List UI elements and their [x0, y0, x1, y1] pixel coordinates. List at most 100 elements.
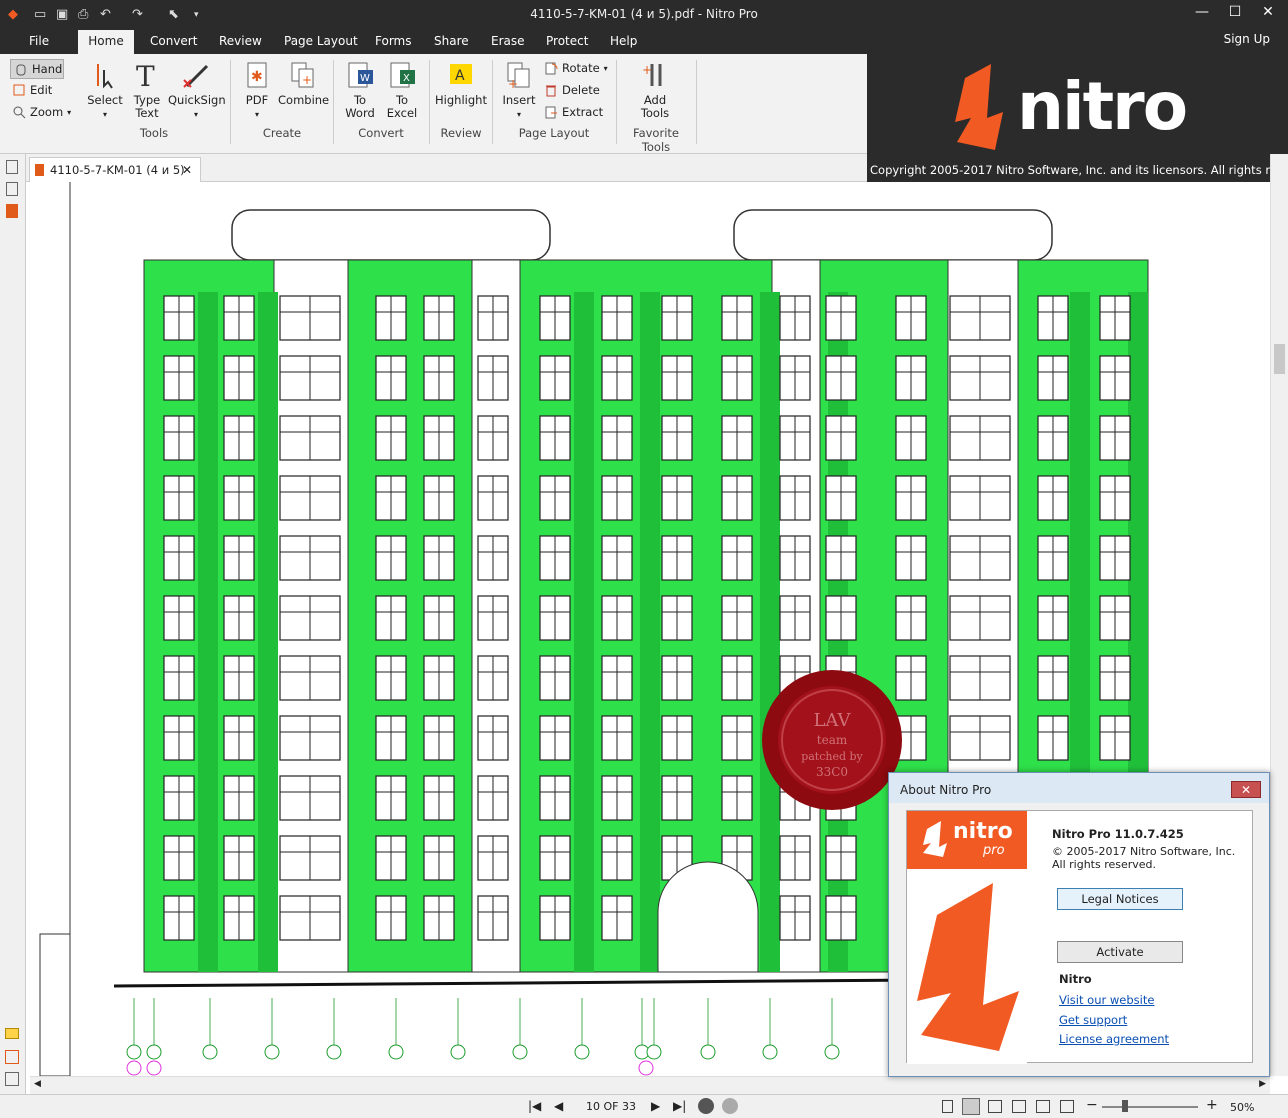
previous-page-icon[interactable]: ◀ — [554, 1099, 563, 1113]
fit-width-icon[interactable] — [1060, 1100, 1074, 1113]
output-panel-icon[interactable] — [5, 1072, 19, 1086]
forward-view-icon[interactable] — [722, 1098, 738, 1114]
attachments-panel-icon[interactable] — [6, 204, 18, 218]
type-text-icon: T — [132, 60, 162, 93]
title-bar: ◆ ▭ ▣ ⎙ ↶ ↷ ⬉ ▾ 4110-5-7-KM-01 (4 и 5).p… — [0, 0, 1288, 30]
rotate-button[interactable]: Rotate ▾ — [544, 61, 608, 75]
scroll-left-icon[interactable]: ◀ — [34, 1079, 41, 1089]
pages-panel-icon[interactable] — [6, 160, 18, 174]
minimize-button[interactable]: — — [1186, 4, 1218, 24]
scroll-thumb[interactable] — [1274, 344, 1285, 374]
close-tab-icon[interactable]: ✕ — [182, 163, 192, 177]
select-button[interactable]: Select ▾ — [86, 60, 124, 121]
status-bar: |◀ ◀ 10 OF 33 ▶ ▶| − + 50% — [0, 1094, 1288, 1118]
activate-button[interactable]: Activate — [1057, 941, 1183, 963]
to-excel-button[interactable]: X To Excel — [384, 60, 420, 120]
svg-text:+: + — [508, 77, 518, 90]
visit-website-link[interactable]: Visit our website — [1059, 993, 1154, 1007]
extract-label: Extract — [562, 105, 604, 119]
last-page-icon[interactable]: ▶| — [673, 1099, 686, 1113]
to-word-button[interactable]: W To Word — [342, 60, 378, 120]
horizontal-scrollbar[interactable]: ◀ ▶ — [30, 1076, 1270, 1094]
about-close-button[interactable]: ✕ — [1231, 781, 1261, 798]
hand-tool-button[interactable]: Hand — [10, 59, 64, 79]
nitro-pro-badge: nitro pro — [907, 811, 1027, 869]
license-agreement-link[interactable]: License agreement — [1059, 1032, 1169, 1046]
hand-label: Hand — [32, 62, 63, 76]
highlight-icon: A — [446, 60, 476, 90]
next-page-icon[interactable]: ▶ — [651, 1099, 660, 1113]
nitro-big-n-icon — [917, 883, 1019, 1051]
about-copyright-2: All rights reserved. — [1052, 858, 1157, 871]
sign-up-link[interactable]: Sign Up — [1224, 32, 1270, 46]
insert-label: Insert — [502, 93, 536, 107]
zoom-slider[interactable] — [1102, 1106, 1198, 1108]
zoom-slider-thumb[interactable] — [1122, 1100, 1128, 1112]
type-text-label-2: Text — [135, 106, 159, 120]
tab-page-layout[interactable]: Page Layout — [284, 34, 358, 48]
continuous-view-icon[interactable] — [962, 1098, 980, 1115]
select-cursor-icon — [90, 60, 120, 90]
edit-tool-button[interactable]: Edit — [12, 83, 52, 97]
fullscreen-icon[interactable] — [1036, 1100, 1050, 1113]
zoom-label: Zoom — [30, 105, 64, 119]
combine-files-icon: + — [288, 60, 318, 90]
signatures-panel-icon[interactable] — [5, 1050, 19, 1064]
edit-icon — [12, 83, 26, 97]
tab-share[interactable]: Share — [434, 34, 469, 48]
wrench-icon: + — [640, 60, 670, 90]
edit-label: Edit — [30, 83, 53, 97]
svg-text:LAV: LAV — [813, 710, 851, 731]
facing-continuous-view-icon[interactable] — [1012, 1100, 1026, 1113]
separator — [429, 60, 430, 144]
combine-button[interactable]: + Combine — [278, 60, 329, 107]
rotate-icon — [544, 61, 558, 75]
get-support-link[interactable]: Get support — [1059, 1013, 1127, 1027]
separator — [230, 60, 231, 144]
rotate-label: Rotate — [562, 61, 600, 75]
file-menu[interactable]: File — [29, 34, 49, 48]
delete-button[interactable]: Delete — [544, 83, 600, 97]
to-word-label-2: Word — [345, 106, 375, 120]
vertical-scrollbar[interactable] — [1270, 154, 1288, 1076]
tab-erase[interactable]: Erase — [491, 34, 525, 48]
comments-panel-icon[interactable] — [5, 1028, 19, 1039]
svg-text:+: + — [302, 73, 312, 87]
menu-bar: File Home Convert Review Page Layout For… — [0, 30, 1288, 54]
pdf-create-button[interactable]: ✱ PDF ▾ — [240, 60, 274, 121]
bookmarks-panel-icon[interactable] — [6, 182, 18, 196]
back-view-icon[interactable] — [698, 1098, 714, 1114]
scroll-right-icon[interactable]: ▶ — [1259, 1079, 1266, 1089]
maximize-button[interactable]: ☐ — [1219, 4, 1251, 24]
zoom-out-icon[interactable]: − — [1086, 1097, 1098, 1113]
page-indicator[interactable]: 10 OF 33 — [586, 1100, 636, 1113]
insert-pages-icon: + — [504, 60, 534, 91]
tab-forms[interactable]: Forms — [375, 34, 411, 48]
first-page-icon[interactable]: |◀ — [528, 1099, 541, 1113]
add-tools-button[interactable]: + Add Tools — [632, 60, 678, 120]
quicksign-button[interactable]: QuickSign ▾ — [168, 60, 226, 121]
tab-home[interactable]: Home — [78, 30, 134, 54]
word-icon: W — [345, 60, 375, 90]
convert-group-label: Convert — [358, 126, 404, 140]
legal-notices-button[interactable]: Legal Notices — [1057, 888, 1183, 910]
svg-text:T: T — [136, 60, 155, 90]
separator — [492, 60, 493, 144]
close-button[interactable]: ✕ — [1252, 4, 1284, 24]
document-tab[interactable]: 4110-5-7-KM-01 (4 и 5) ✕ — [29, 157, 201, 182]
add-tools-label-2: Tools — [640, 106, 670, 120]
company-name: Nitro — [1059, 972, 1092, 986]
tab-help[interactable]: Help — [610, 34, 637, 48]
insert-button[interactable]: + Insert ▾ — [500, 60, 538, 121]
zoom-in-icon[interactable]: + — [1206, 1097, 1218, 1113]
zoom-tool-button[interactable]: Zoom ▾ — [12, 105, 71, 119]
badge-n-icon — [923, 821, 947, 857]
facing-view-icon[interactable] — [988, 1100, 1002, 1113]
highlight-button[interactable]: A Highlight — [434, 60, 488, 107]
tab-review[interactable]: Review — [219, 34, 262, 48]
tab-protect[interactable]: Protect — [546, 34, 588, 48]
tab-convert[interactable]: Convert — [150, 34, 197, 48]
single-page-view-icon[interactable] — [942, 1100, 953, 1113]
type-text-button[interactable]: T Type Text — [130, 60, 164, 120]
extract-button[interactable]: Extract — [544, 105, 603, 119]
